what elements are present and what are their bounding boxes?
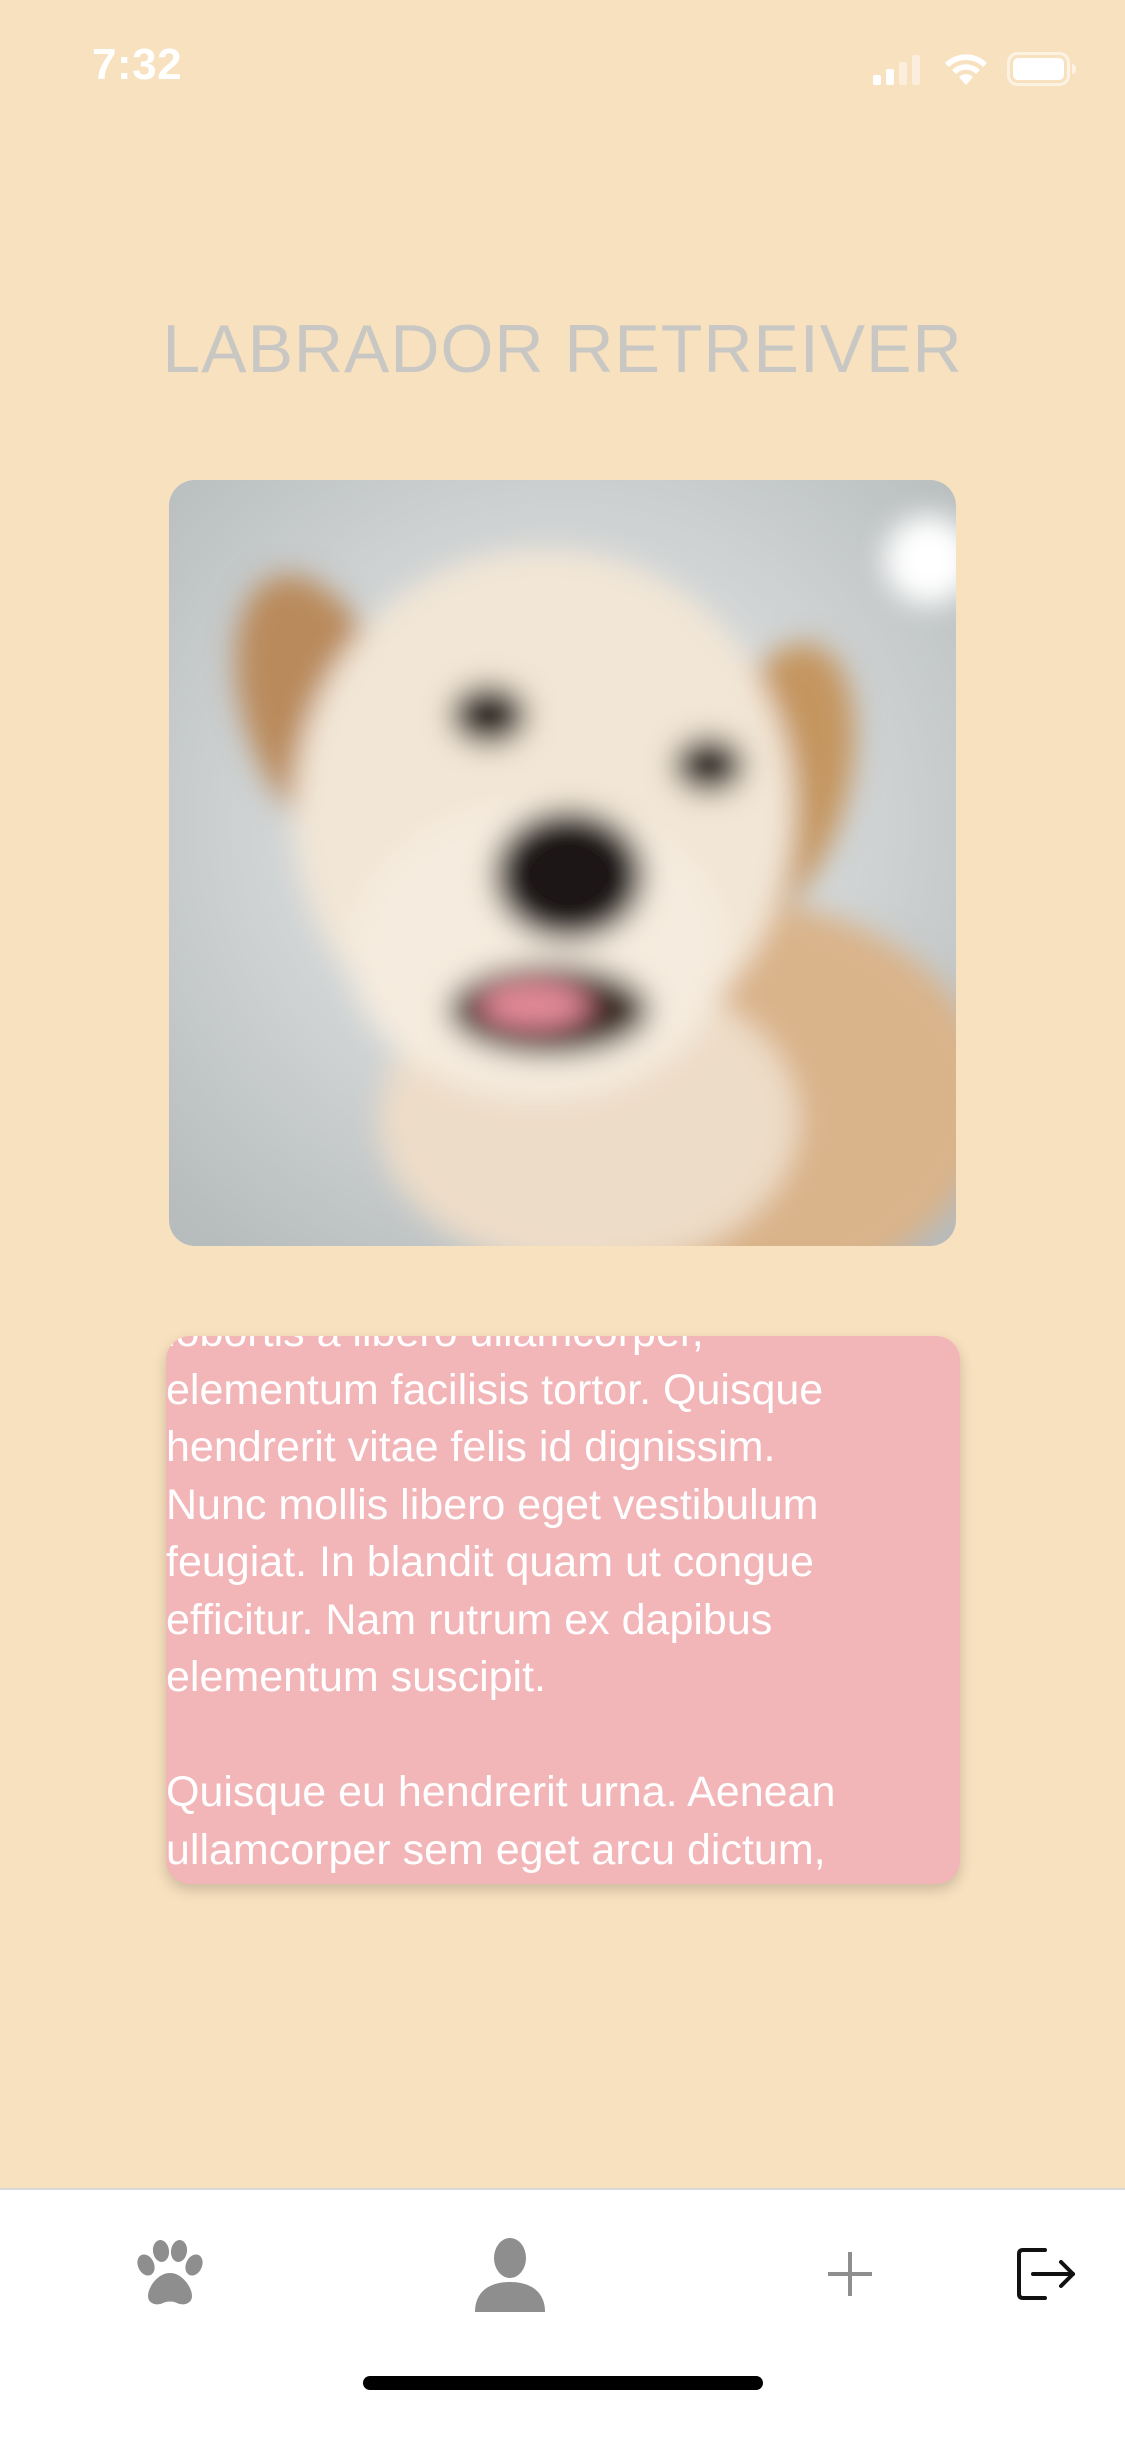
profile-icon [473, 2236, 547, 2317]
page-title: LABRADOR RETREIVER [162, 311, 963, 387]
tab-logout[interactable] [992, 2226, 1102, 2326]
plus-icon [826, 2250, 874, 2303]
wifi-icon [943, 52, 989, 91]
description-card[interactable]: lobortis a libero ullamcorper, elementum… [166, 1336, 960, 1884]
battery-icon [1007, 52, 1077, 91]
tab-paw[interactable] [115, 2226, 225, 2326]
tab-bar [0, 2188, 1125, 2438]
home-indicator[interactable] [363, 2376, 763, 2390]
tab-add[interactable] [795, 2226, 905, 2326]
dog-photo [169, 480, 956, 1246]
logout-icon [1015, 2246, 1079, 2307]
status-time: 7:32 [92, 40, 183, 89]
tab-profile[interactable] [455, 2226, 565, 2326]
cellular-signal-icon [873, 53, 925, 90]
description-text: lobortis a libero ullamcorper, elementum… [166, 1336, 836, 1884]
status-icons [873, 52, 1077, 91]
status-bar: 7:32 [0, 0, 1125, 140]
paw-icon [130, 2239, 210, 2314]
